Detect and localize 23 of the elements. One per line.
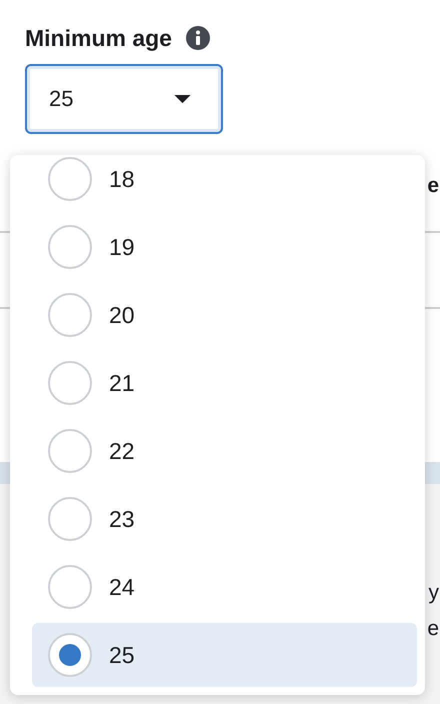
age-option[interactable]: 22 xyxy=(32,419,417,483)
age-option[interactable]: 21 xyxy=(32,351,417,415)
age-option[interactable]: 19 xyxy=(32,215,417,279)
age-option[interactable]: 24 xyxy=(32,555,417,619)
field-label: Minimum age xyxy=(25,24,172,52)
radio-button[interactable] xyxy=(48,565,92,609)
radio-button[interactable] xyxy=(48,157,92,201)
radio-button[interactable] xyxy=(48,429,92,473)
age-option[interactable]: 25 xyxy=(32,623,417,687)
age-option[interactable]: 23 xyxy=(32,487,417,551)
radio-button[interactable] xyxy=(48,497,92,541)
text-fragment: y xyxy=(428,581,439,606)
age-option[interactable]: 20 xyxy=(32,283,417,347)
radio-button[interactable] xyxy=(48,361,92,405)
age-dropdown[interactable]: 25 xyxy=(25,64,223,134)
caret-icon xyxy=(174,94,191,104)
info-icon[interactable] xyxy=(186,26,210,50)
text-fragment: e xyxy=(427,617,439,642)
radio-button[interactable] xyxy=(48,225,92,269)
radio-button[interactable] xyxy=(48,293,92,337)
heading-fragment: e xyxy=(427,174,439,199)
age-option[interactable]: 18 xyxy=(32,155,417,211)
radio-button[interactable] xyxy=(48,633,92,677)
